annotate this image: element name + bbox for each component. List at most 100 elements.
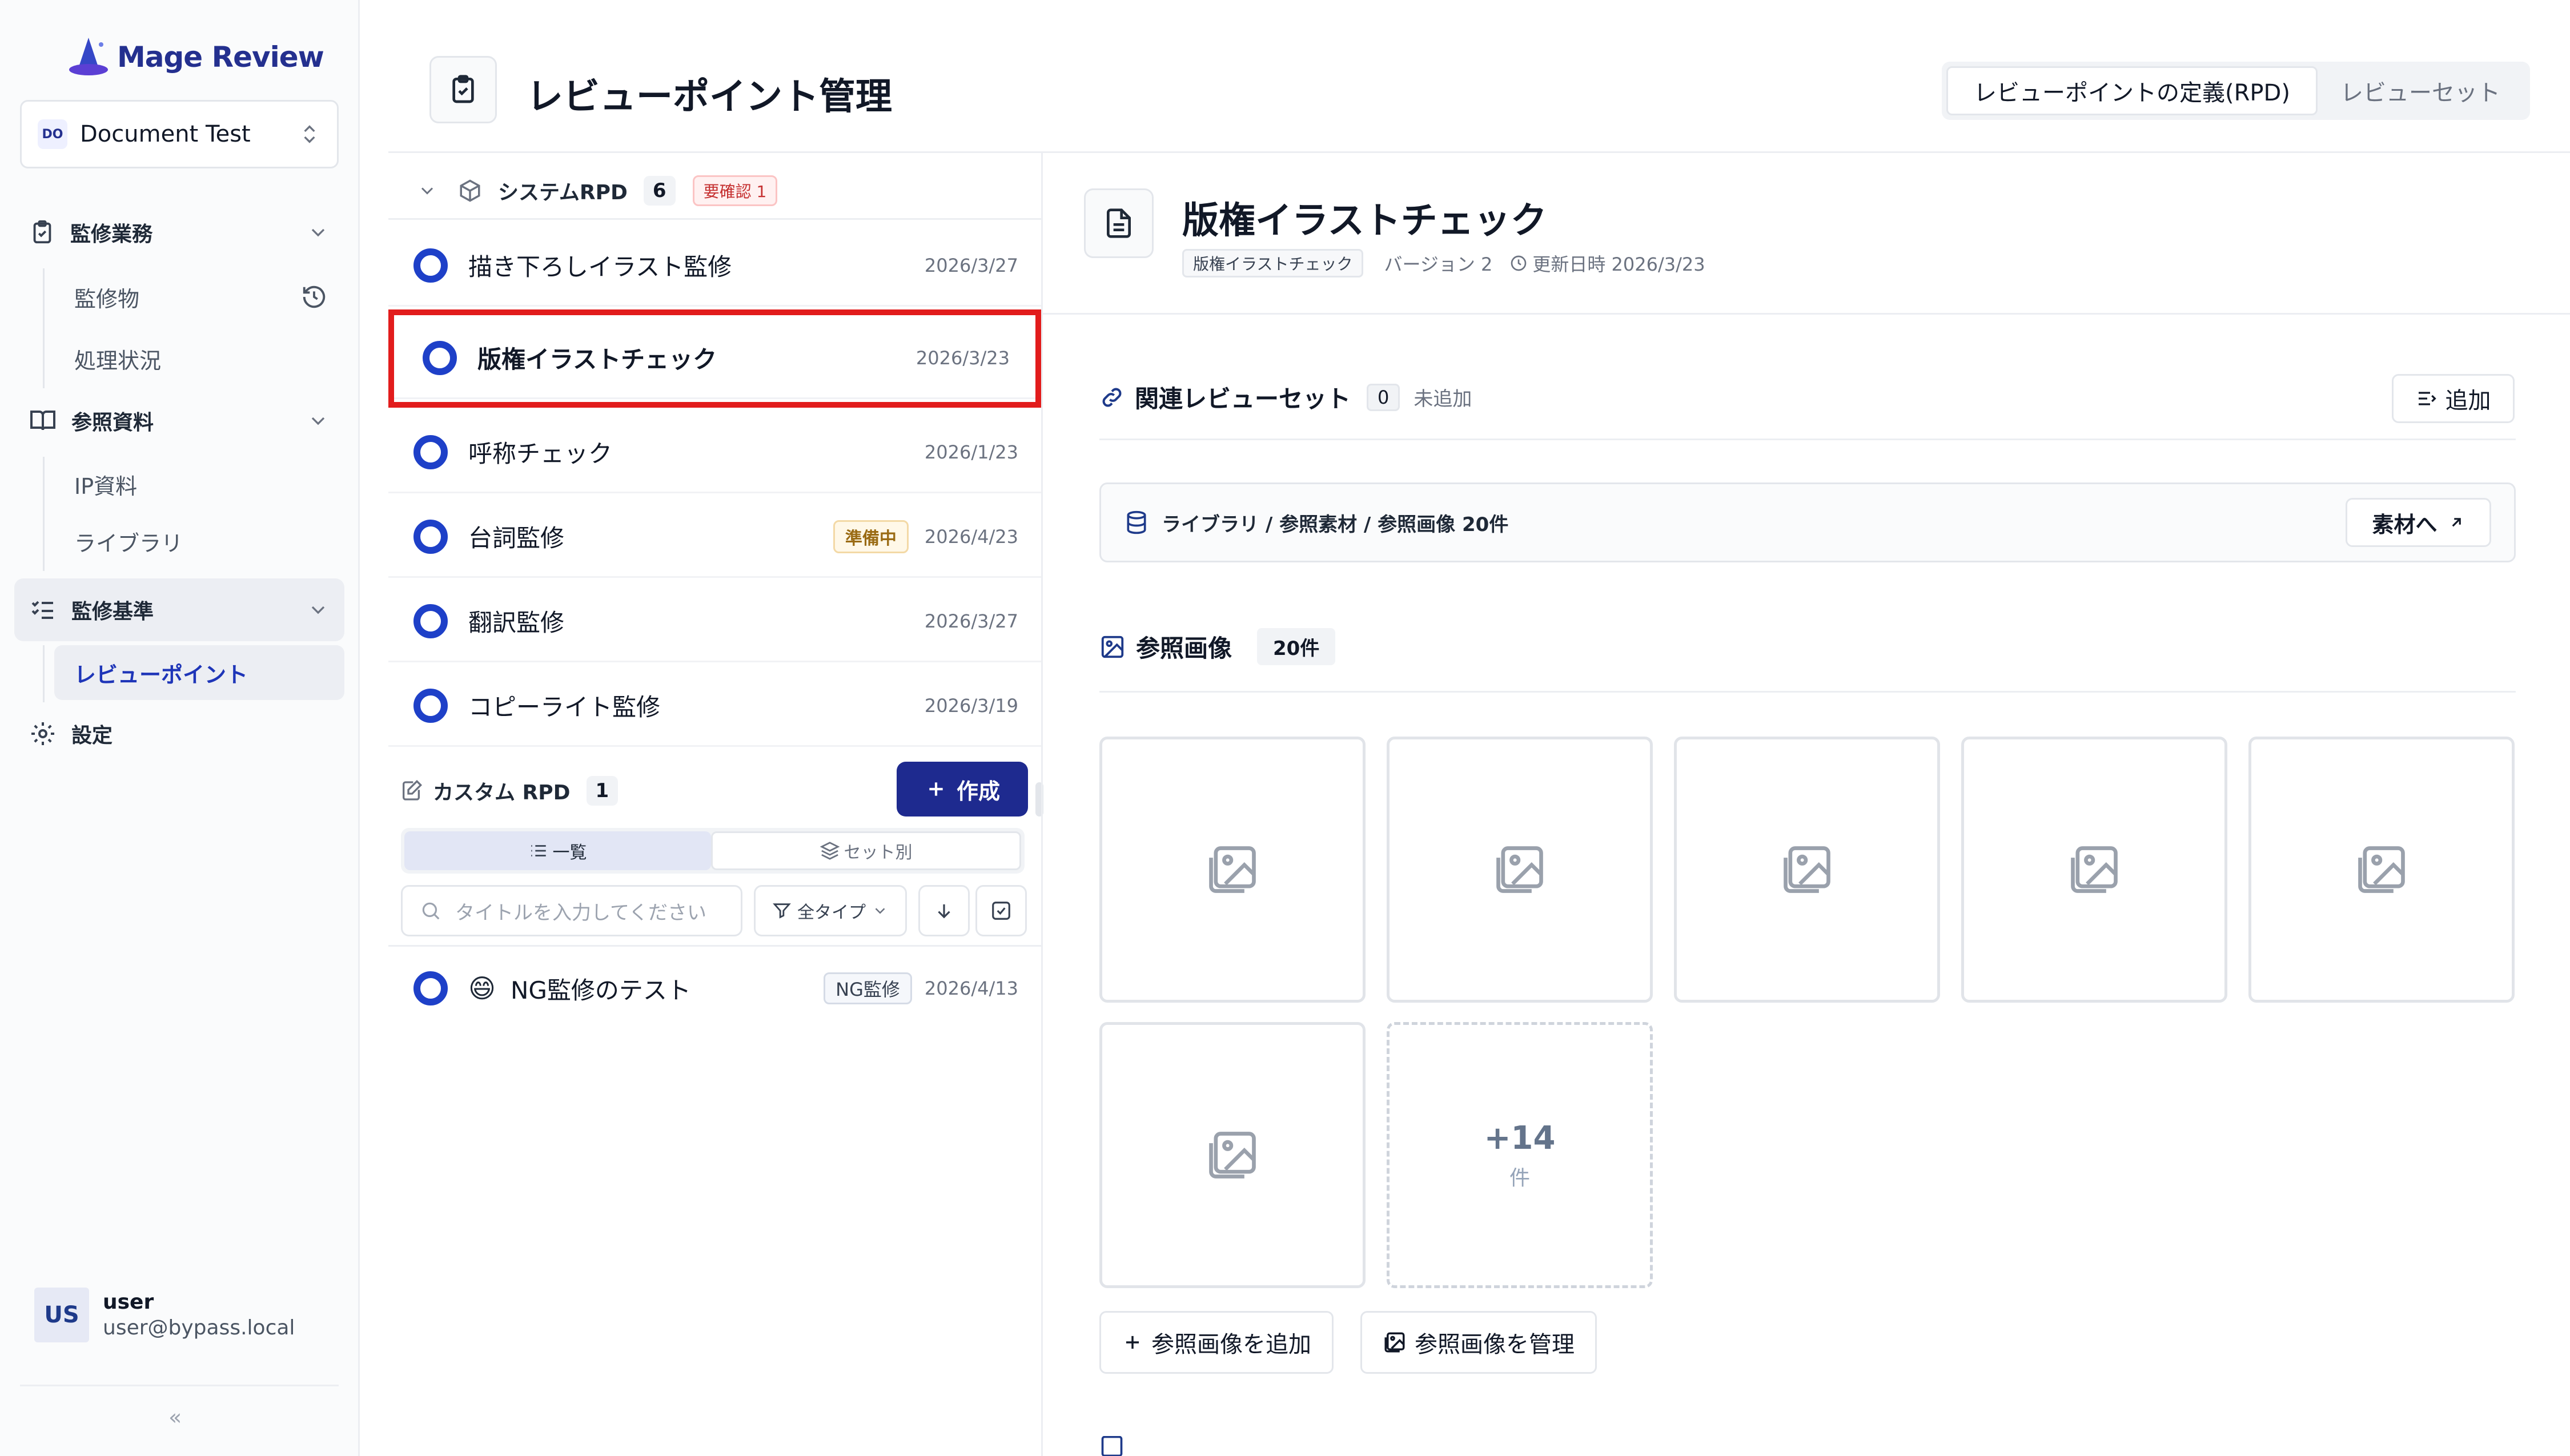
sidebar-divider bbox=[20, 1385, 339, 1386]
workspace-badge: DO bbox=[38, 119, 67, 149]
divider bbox=[388, 945, 1041, 947]
top-tab-bar: レビューポイントの定義(RPD) レビューセット bbox=[1942, 62, 2530, 120]
image-placeholder-icon bbox=[2358, 846, 2405, 893]
nav-item-kanshubutsu[interactable]: 監修物 bbox=[54, 272, 344, 321]
cube-icon bbox=[460, 179, 480, 202]
tab-reviewset[interactable]: レビューセット bbox=[2318, 66, 2523, 115]
rpd-list-item[interactable]: コピーライト監修 2026/3/19 bbox=[388, 666, 1041, 747]
custom-rpd-item[interactable]: 😄 NG監修のテスト NG監修 2026/4/13 bbox=[388, 948, 1041, 1029]
radio-icon[interactable] bbox=[413, 519, 448, 554]
add-reference-image-button[interactable]: 参照画像を追加 bbox=[1099, 1311, 1334, 1374]
detail-title: 版権イラストチェック bbox=[1182, 200, 1547, 242]
rpd-item-date: 2026/1/23 bbox=[924, 441, 1018, 463]
user-menu[interactable]: US user user@bypass.local bbox=[34, 1288, 295, 1342]
tab-list-view[interactable]: 一覧 bbox=[404, 831, 711, 870]
workspace-name: Document Test bbox=[80, 121, 251, 147]
search-input[interactable]: タイトルを入力してください bbox=[401, 885, 742, 936]
nav-item-shori[interactable]: 処理状況 bbox=[54, 334, 344, 383]
book-open-icon bbox=[30, 411, 55, 431]
workspace-selector[interactable]: DO Document Test bbox=[20, 100, 339, 168]
history-icon[interactable] bbox=[301, 284, 327, 310]
user-email: user@bypass.local bbox=[103, 1316, 295, 1340]
go-to-material-button[interactable]: 素材へ bbox=[2346, 498, 2491, 547]
version-text: バージョン 2 bbox=[1384, 254, 1493, 275]
rpd-list-item[interactable]: 台詞監修 準備中 2026/4/23 bbox=[388, 497, 1041, 578]
section-title: 関連レビューセット bbox=[1135, 385, 1351, 413]
nav-item-ip[interactable]: IP資料 bbox=[54, 460, 344, 509]
rpd-list-item[interactable]: 呼称チェック 2026/1/23 bbox=[388, 412, 1041, 493]
nav-group-label: 設定 bbox=[71, 724, 113, 747]
reference-image-tile[interactable] bbox=[2248, 737, 2515, 1003]
radio-icon[interactable] bbox=[413, 971, 448, 1005]
system-rpd-header[interactable]: システムRPD 6 要確認 1 bbox=[388, 163, 1041, 220]
arrow-down-icon bbox=[938, 904, 950, 919]
panel-divider bbox=[1041, 153, 1043, 1456]
rpd-list-item[interactable]: 描き下ろしイラスト監修 2026/3/27 bbox=[388, 226, 1041, 307]
manage-reference-image-button[interactable]: 参照画像を管理 bbox=[1360, 1311, 1597, 1374]
app-logo[interactable]: Mage Review bbox=[66, 31, 324, 83]
list-plus-icon bbox=[2418, 392, 2436, 405]
section-divider bbox=[1099, 439, 2516, 440]
selection-highlight bbox=[388, 309, 1041, 408]
tab-set-view[interactable]: セット別 bbox=[711, 831, 1021, 870]
chevron-down-icon bbox=[875, 908, 885, 914]
file-text-icon bbox=[1107, 208, 1131, 238]
select-mode-button[interactable] bbox=[975, 885, 1027, 936]
clock-icon bbox=[1511, 255, 1527, 271]
collapse-sidebar-button[interactable]: « bbox=[168, 1405, 182, 1430]
rpd-list-item[interactable]: 翻訳監修 2026/3/27 bbox=[388, 581, 1041, 662]
type-filter-select[interactable]: 全タイプ bbox=[754, 885, 907, 936]
edit-doc-icon bbox=[403, 779, 423, 801]
nav-item-reviewpoint[interactable]: レビューポイント bbox=[54, 645, 344, 700]
chevron-down-icon[interactable] bbox=[417, 180, 437, 201]
nav-item-settings[interactable]: 設定 bbox=[14, 708, 344, 759]
search-icon bbox=[422, 902, 440, 920]
document-icon bbox=[1084, 188, 1154, 258]
image-placeholder-icon bbox=[1496, 846, 1543, 893]
clipboard-check-icon bbox=[33, 220, 51, 244]
nav-group-label: 参照資料 bbox=[71, 411, 154, 435]
page-icon bbox=[429, 56, 497, 123]
rpd-item-date: 2026/3/27 bbox=[924, 610, 1018, 632]
nav-group-label: 監修業務 bbox=[70, 223, 153, 246]
section-divider bbox=[1099, 691, 2516, 693]
reference-images-header: 参照画像 20件 bbox=[1099, 628, 1336, 665]
nav-group-kijun[interactable]: 監修基準 bbox=[14, 578, 344, 641]
plus-icon bbox=[1126, 1336, 1139, 1349]
filter-label: 全タイプ bbox=[797, 903, 866, 923]
reference-image-tile[interactable] bbox=[1674, 737, 1940, 1003]
avatar: US bbox=[34, 1288, 89, 1342]
section-icon bbox=[1101, 1436, 1123, 1456]
rpd-item-title: コピーライト監修 bbox=[468, 693, 661, 721]
custom-rpd-title: カスタム RPD bbox=[433, 781, 571, 805]
nav-group-kanshu[interactable]: 監修業務 bbox=[14, 207, 344, 258]
detail-meta: 版権イラストチェック バージョン 2 更新日時 2026/3/23 bbox=[1182, 249, 1705, 277]
nav-item-library[interactable]: ライブラリ bbox=[54, 517, 344, 566]
more-images-tile[interactable]: +14 件 bbox=[1387, 1022, 1653, 1288]
tab-rpd[interactable]: レビューポイントの定義(RPD) bbox=[1946, 66, 2318, 115]
rpd-item-title: 翻訳監修 bbox=[468, 609, 565, 637]
sort-button[interactable] bbox=[918, 885, 970, 936]
page-title: レビューポイント管理 bbox=[527, 76, 892, 118]
type-badge: NG監修 bbox=[824, 972, 912, 1004]
reference-image-tile[interactable] bbox=[1961, 737, 2227, 1003]
nav-group-label: 監修基準 bbox=[71, 600, 154, 624]
radio-icon[interactable] bbox=[413, 604, 448, 638]
chevron-down-icon bbox=[311, 606, 325, 614]
nav-group-sansho[interactable]: 参照資料 bbox=[14, 395, 344, 447]
filter-icon bbox=[773, 903, 791, 919]
system-rpd-title: システムRPD bbox=[498, 180, 628, 204]
radio-icon[interactable] bbox=[413, 248, 448, 283]
create-button[interactable]: 作成 bbox=[897, 762, 1028, 817]
image-placeholder-icon bbox=[1209, 846, 1256, 893]
reference-image-tile[interactable] bbox=[1099, 1022, 1366, 1288]
plus-icon bbox=[929, 782, 943, 796]
logo-text: Mage Review bbox=[117, 41, 324, 74]
radio-icon[interactable] bbox=[413, 688, 448, 723]
radio-icon[interactable] bbox=[413, 435, 448, 469]
add-reviewset-button[interactable]: 追加 bbox=[2392, 374, 2515, 423]
reference-image-tile[interactable] bbox=[1387, 737, 1653, 1003]
related-reviewset-header: 関連レビューセット 0 未追加 bbox=[1099, 380, 1472, 415]
rpd-item-title: 台詞監修 bbox=[468, 524, 565, 552]
reference-image-tile[interactable] bbox=[1099, 737, 1366, 1003]
